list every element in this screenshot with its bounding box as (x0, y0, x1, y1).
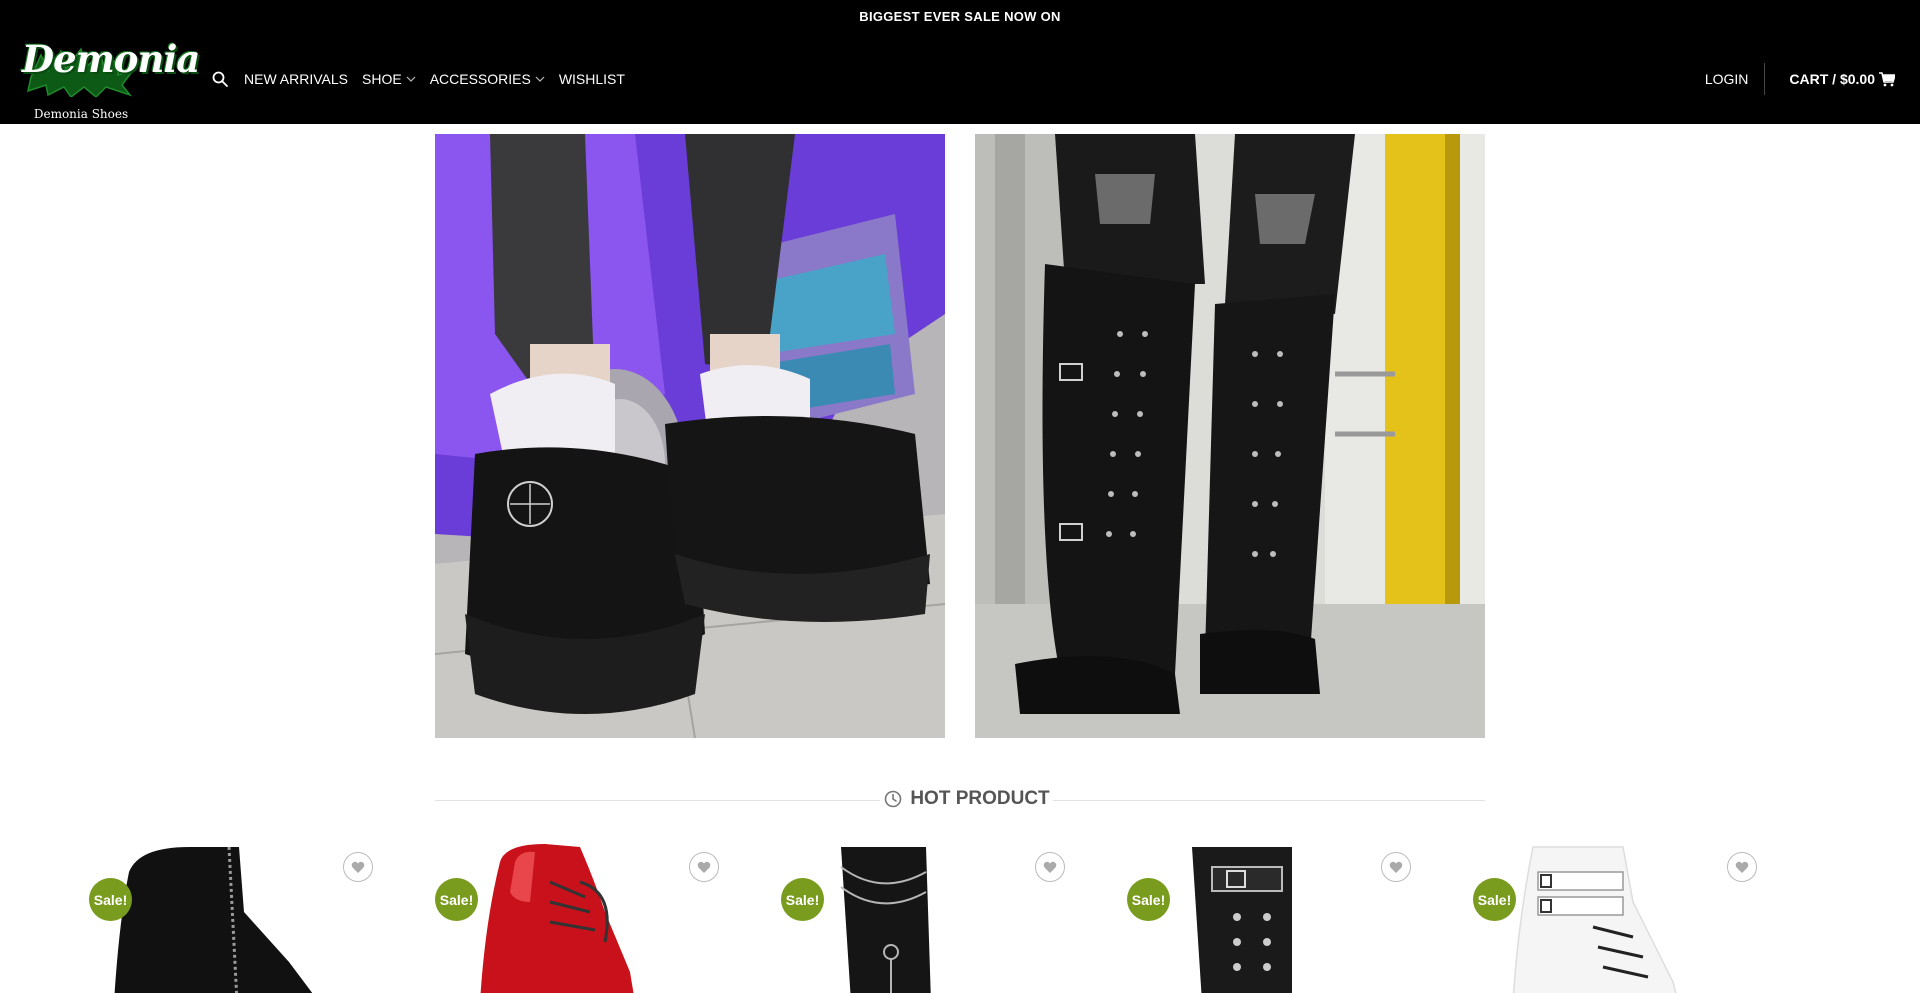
nav-label: NEW ARRIVALS (244, 70, 348, 87)
logo-wordmark: Demonia (22, 37, 200, 81)
sale-badge: Sale! (1127, 878, 1170, 921)
login-link[interactable]: LOGIN (1705, 71, 1749, 87)
sale-badge: Sale! (1473, 878, 1516, 921)
main-nav: NEW ARRIVALS SHOE ACCESSORIES WISHLIST (210, 33, 639, 124)
wishlist-heart-icon[interactable] (1727, 852, 1757, 882)
sale-badge: Sale! (435, 878, 478, 921)
cart-link[interactable]: CART / $0.00 (1789, 71, 1895, 87)
announcement-bar: BIGGEST EVER SALE NOW ON (0, 0, 1920, 33)
sale-badge: Sale! (781, 878, 824, 921)
nav-label: WISHLIST (558, 70, 625, 87)
chevron-down-icon (406, 76, 416, 82)
wishlist-heart-icon[interactable] (343, 852, 373, 882)
product-card[interactable]: Sale! (781, 842, 1081, 993)
wishlist-heart-icon[interactable] (1381, 852, 1411, 882)
cart-icon (1879, 71, 1895, 86)
site-header: Demonia Demonia Shoes NEW ARRIVALS SHOE … (0, 33, 1920, 124)
wishlist-heart-icon[interactable] (689, 852, 719, 882)
product-card[interactable]: Sale! (89, 842, 389, 993)
header-divider (1764, 62, 1766, 95)
promo-banner-platform-shoes[interactable] (435, 134, 945, 738)
cart-label: CART / $0.00 (1789, 70, 1875, 87)
search-icon[interactable] (210, 69, 230, 89)
platform-shoes-photo (435, 134, 945, 738)
product-card[interactable]: Sale! (1473, 842, 1773, 993)
clock-icon (885, 790, 902, 808)
nav-wishlist[interactable]: WISHLIST (559, 71, 625, 87)
section-divider-right (1053, 800, 1485, 801)
header-account-area: LOGIN CART / $0.00 (1705, 33, 1895, 124)
logo-subtitle: Demonia Shoes (33, 107, 129, 121)
product-card[interactable]: Sale! (1127, 842, 1427, 993)
hot-product-section-header: HOT PRODUCT (435, 786, 1485, 816)
section-divider-left (435, 800, 880, 801)
section-title: HOT PRODUCT (883, 788, 1051, 810)
nav-accessories[interactable]: ACCESSORIES (430, 71, 545, 87)
site-logo[interactable]: Demonia Demonia Shoes (20, 37, 200, 121)
nav-label: ACCESSORIES (429, 70, 531, 87)
product-card[interactable]: Sale! (435, 842, 735, 993)
nav-new-arrivals[interactable]: NEW ARRIVALS (244, 71, 348, 87)
chevron-down-icon (535, 76, 545, 82)
promo-banner-knee-boots[interactable] (975, 134, 1485, 738)
wishlist-heart-icon[interactable] (1035, 852, 1065, 882)
nav-label: SHOE (362, 70, 402, 87)
nav-shoe[interactable]: SHOE (362, 71, 416, 87)
sale-badge: Sale! (89, 878, 132, 921)
section-title-text: HOT PRODUCT (910, 788, 1050, 809)
knee-boots-photo (975, 134, 1485, 738)
announcement-text: BIGGEST EVER SALE NOW ON (859, 9, 1061, 24)
